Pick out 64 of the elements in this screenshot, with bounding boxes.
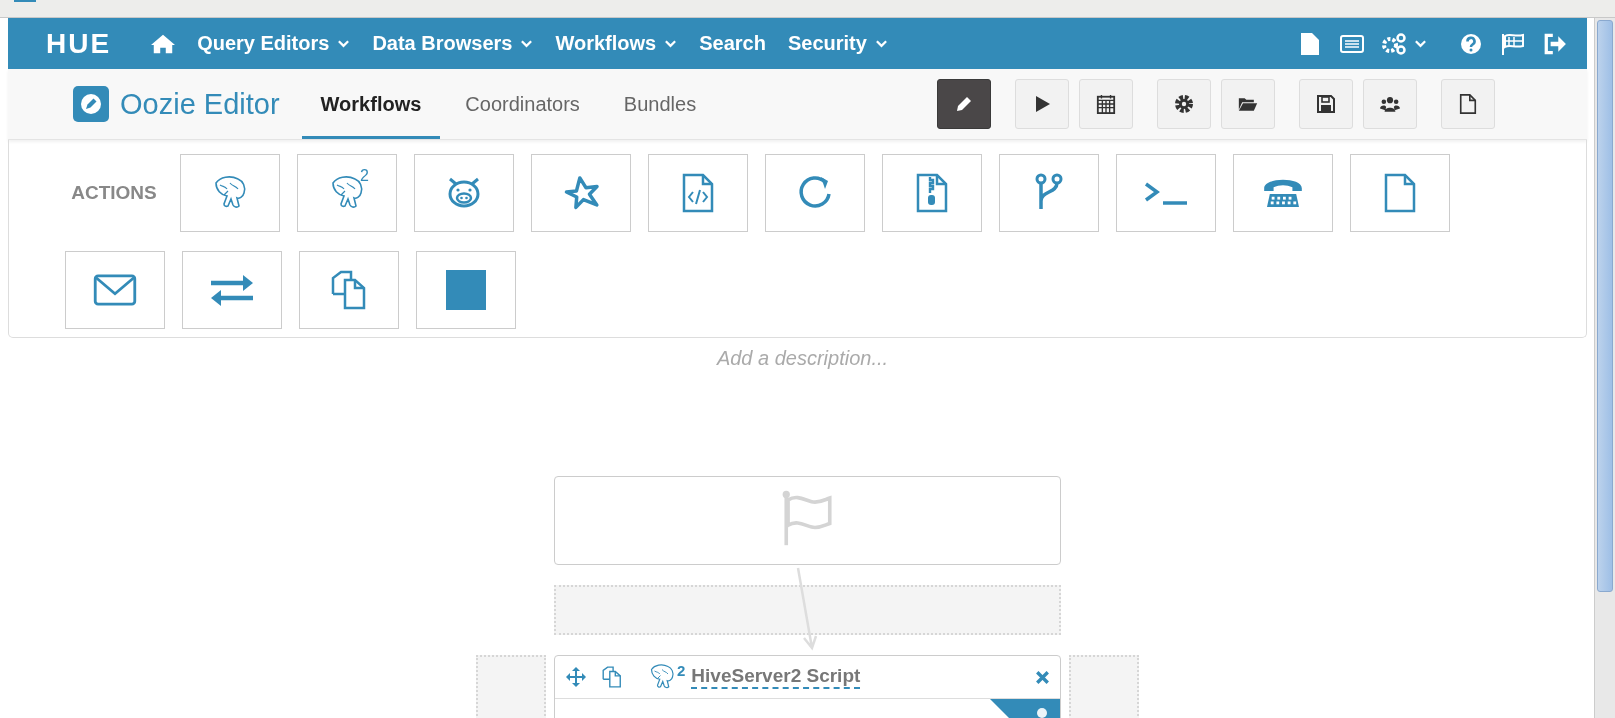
scrollbar[interactable] (1594, 18, 1615, 718)
action-button[interactable] (1233, 154, 1333, 232)
document-icon (1384, 172, 1416, 214)
caret-icon (664, 38, 678, 49)
caret-icon (337, 38, 351, 49)
square-icon (446, 270, 486, 310)
flag-icon[interactable] (1501, 32, 1525, 55)
gears-icon[interactable] (1382, 32, 1406, 55)
scrollbar-thumb[interactable] (1597, 20, 1613, 592)
action-button[interactable] (765, 154, 865, 232)
pencil-icon (954, 94, 974, 114)
action-button[interactable] (882, 154, 982, 232)
action-button[interactable] (648, 154, 748, 232)
zip-file-icon (916, 172, 948, 214)
description-field[interactable]: Add a description... (640, 342, 965, 374)
exchange-arrows-icon (209, 274, 255, 306)
superscript-label: 2 (360, 167, 369, 185)
nav-menu-item[interactable]: Search (699, 32, 766, 55)
document-icon[interactable] (1298, 32, 1322, 55)
home-icon[interactable] (151, 32, 176, 55)
action-button[interactable] (1116, 154, 1216, 232)
envelope-icon (92, 274, 138, 306)
hue-logo[interactable]: HUE (46, 27, 112, 60)
move-icon[interactable] (565, 666, 587, 688)
action-button[interactable] (65, 251, 165, 329)
users-icon (1380, 94, 1400, 114)
action-button[interactable] (1350, 154, 1450, 232)
action-button[interactable] (180, 154, 280, 232)
caret-icon (1414, 38, 1427, 49)
gear-icon (1174, 94, 1194, 114)
drop-zone (1069, 655, 1139, 718)
nav-menu-item[interactable]: Data Browsers (372, 32, 534, 55)
nav-menu-item[interactable]: Security (787, 32, 888, 55)
action-button[interactable] (416, 251, 516, 329)
app-title: Oozie Editor (120, 87, 280, 121)
settings-corner-icon[interactable] (990, 699, 1060, 718)
action-button[interactable] (414, 154, 514, 232)
action-button[interactable] (999, 154, 1099, 232)
copy-icon[interactable] (601, 666, 623, 688)
calendar-icon (1096, 94, 1116, 114)
nav-menu-item[interactable]: Query Editors (197, 32, 351, 55)
actions-label: ACTIONS (70, 182, 158, 204)
drop-zone (476, 655, 546, 718)
document-icon (1458, 94, 1478, 114)
nav-menu-item[interactable]: Workflows (555, 32, 678, 55)
editor-tab[interactable]: Workflows (301, 69, 441, 139)
action-button[interactable] (531, 154, 631, 232)
toolbar-button[interactable] (937, 79, 991, 129)
superscript-label: 2 (677, 662, 686, 679)
code-file-icon (682, 172, 714, 214)
caret-icon (520, 38, 534, 49)
caret-icon (874, 38, 888, 49)
close-icon[interactable] (1035, 669, 1050, 685)
action-button[interactable]: 2 (297, 154, 397, 232)
logout-icon[interactable] (1543, 32, 1567, 55)
editor-tab[interactable]: Bundles (604, 69, 716, 139)
node-title[interactable]: HiveServer2 Script (691, 665, 861, 689)
help-icon[interactable] (1459, 32, 1483, 55)
pencil-icon (73, 86, 109, 122)
action-button[interactable] (182, 251, 282, 329)
editor-tab[interactable]: Coordinators (446, 69, 599, 139)
list-icon[interactable] (1340, 32, 1364, 55)
action-button[interactable] (299, 251, 399, 329)
tab-marker (14, 0, 36, 2)
